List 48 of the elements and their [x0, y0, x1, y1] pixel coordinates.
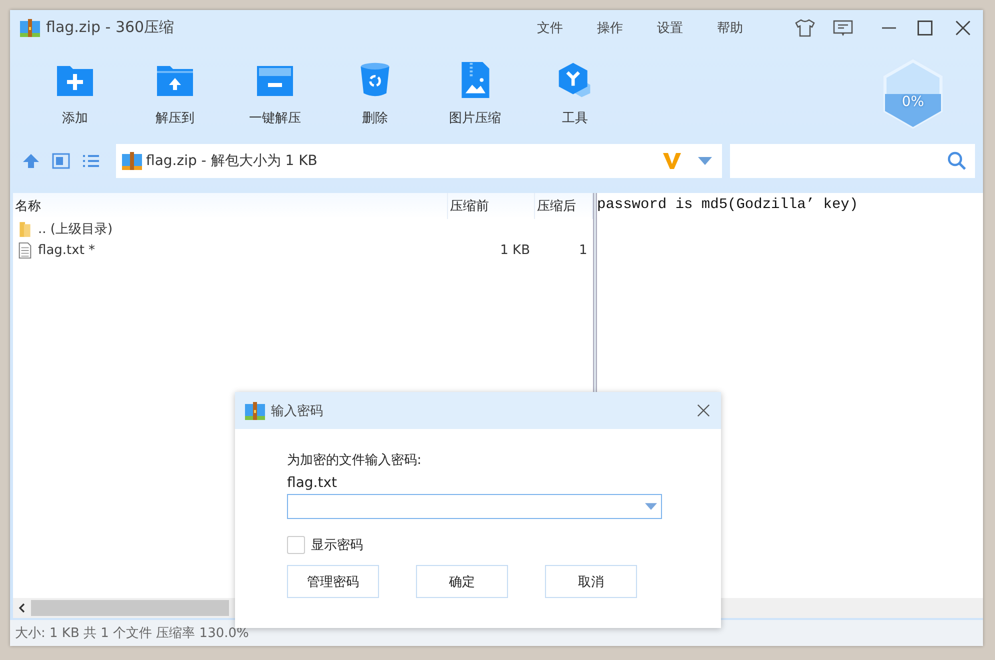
status-text: 大小: 1 KB 共 1 个文件 压缩率 130.0%: [15, 625, 249, 642]
window-title: flag.zip - 360压缩: [46, 18, 174, 38]
menu-item[interactable]: 帮助: [717, 18, 743, 37]
file-name: flag.txt: [287, 475, 338, 491]
maximize-icon[interactable]: [915, 18, 935, 37]
dialog-button[interactable]: 管理密码: [287, 565, 379, 598]
column-header[interactable]: 名称: [13, 192, 448, 219]
up-arrow-icon[interactable]: [22, 152, 40, 170]
archive-icon: [20, 18, 40, 38]
password-field[interactable]: [287, 494, 662, 519]
file-name[interactable]: flag.txt *: [38, 242, 96, 258]
toolbar-button[interactable]: 删除: [325, 50, 425, 138]
dropdown-icon[interactable]: [645, 503, 657, 510]
text-file-icon: [18, 242, 32, 259]
checkbox[interactable]: [287, 536, 305, 554]
scrollbar-thumb[interactable]: [31, 600, 229, 616]
progress-meter: 0%: [883, 58, 943, 129]
menu-item[interactable]: 文件: [537, 18, 563, 37]
shirt-icon[interactable]: [795, 18, 815, 37]
toolbar-button[interactable]: 解压到: [125, 50, 225, 138]
search-icon[interactable]: [947, 150, 967, 171]
toolbar-button[interactable]: 图片压缩: [425, 50, 525, 138]
dropdown-icon[interactable]: [698, 156, 712, 165]
archive-icon: [245, 400, 265, 420]
close-icon[interactable]: [953, 18, 973, 37]
close-icon[interactable]: [696, 403, 711, 418]
menu-item[interactable]: 操作: [597, 18, 623, 37]
dialog-button[interactable]: 确定: [416, 565, 508, 598]
dialog-button[interactable]: 取消: [545, 565, 637, 598]
address-bar[interactable]: flag.zip - 解包大小为 1 KB: [116, 144, 722, 178]
message-icon[interactable]: [833, 18, 853, 37]
preview-text: password is md5(Godzilla’ key): [597, 196, 858, 213]
search-field[interactable]: [730, 144, 975, 178]
packed-size: 1: [579, 242, 588, 258]
folder-icon: [18, 220, 32, 238]
file-size: 1 KB: [500, 242, 530, 258]
checkbox-label[interactable]: 显示密码: [311, 536, 363, 554]
prompt-text: 为加密的文件输入密码:: [287, 452, 422, 469]
file-name[interactable]: .. (上级目录): [38, 220, 113, 238]
toolbar-button[interactable]: 一键解压: [225, 50, 325, 138]
view-icon[interactable]: [52, 152, 70, 170]
v-logo-icon: [662, 152, 682, 170]
dialog-title: 输入密码: [271, 402, 323, 420]
toolbar-button[interactable]: 工具: [525, 50, 625, 138]
menu-item[interactable]: 设置: [657, 18, 683, 37]
toolbar-button[interactable]: 添加: [25, 50, 125, 138]
archive-icon: [122, 150, 142, 171]
column-header[interactable]: 压缩前: [448, 192, 535, 219]
